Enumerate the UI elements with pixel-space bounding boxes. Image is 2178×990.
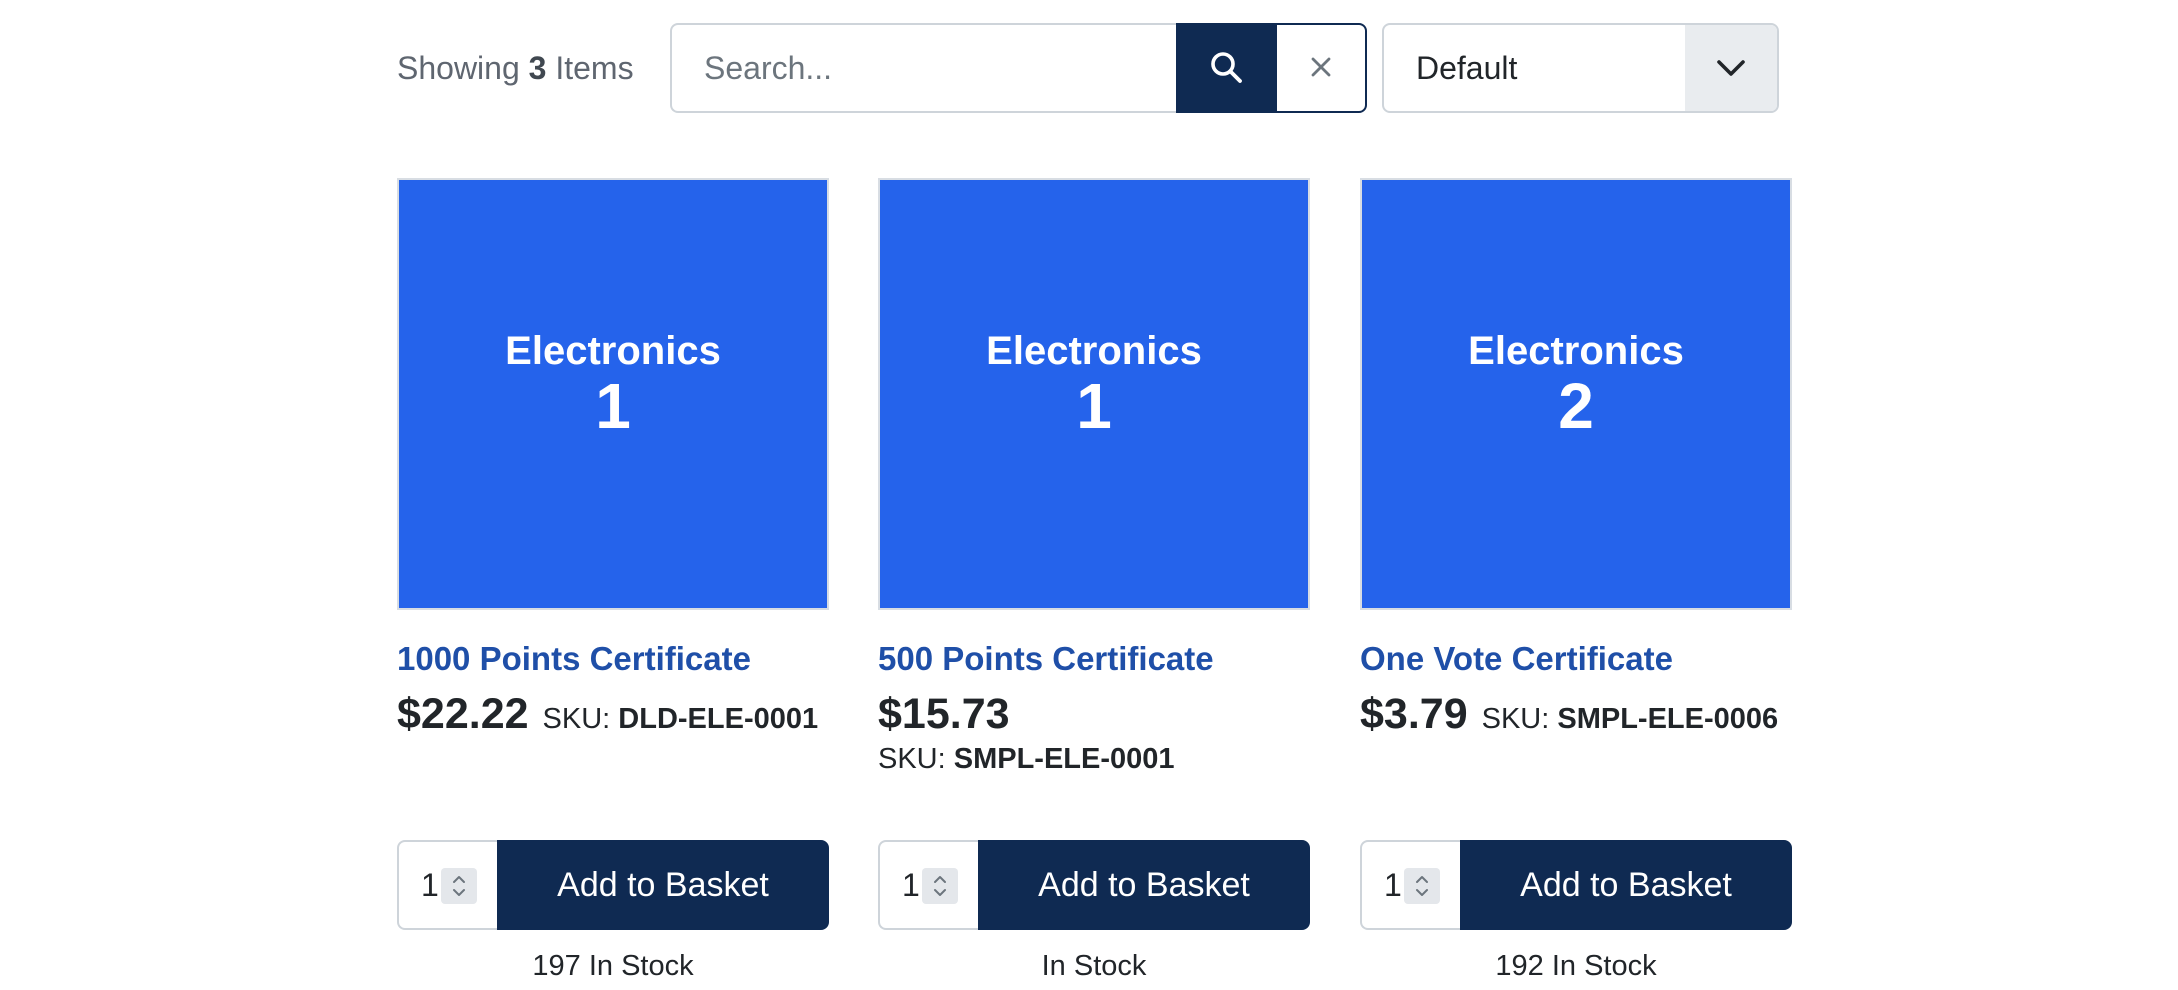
product-card: Electronics 1 1000 Points Certificate $2… (397, 178, 829, 982)
close-icon (1309, 55, 1333, 82)
product-image-category: Electronics (1468, 329, 1684, 373)
product-sku: SKU: SMPL-ELE-0006 (1482, 703, 1779, 735)
sku-value: DLD-ELE-0001 (618, 703, 819, 735)
add-to-basket-group: 1 Add to Basket (1360, 840, 1792, 930)
stock-status: In Stock (1041, 950, 1147, 982)
product-title-link[interactable]: One Vote Certificate (1360, 640, 1673, 678)
chevron-down-icon (1685, 25, 1777, 111)
product-image[interactable]: Electronics 1 (878, 178, 1310, 610)
spinner-arrows-icon[interactable] (1404, 868, 1440, 904)
sku-label: SKU: (542, 703, 619, 735)
product-card: Electronics 2 One Vote Certificate $3.79… (1360, 178, 1792, 982)
product-image[interactable]: Electronics 2 (1360, 178, 1792, 610)
quantity-stepper[interactable]: 1 (397, 840, 497, 930)
search-input[interactable] (670, 23, 1176, 113)
product-image-number: 2 (1558, 370, 1594, 442)
sku-label: SKU: (1481, 703, 1558, 735)
product-image[interactable]: Electronics 1 (397, 178, 829, 610)
price-line: $15.73 SKU: SMPL-ELE-0001 (878, 690, 1310, 776)
quantity-value: 1 (1384, 867, 1402, 903)
results-count: Showing 3 Items (397, 23, 634, 113)
add-to-basket-button[interactable]: Add to Basket (978, 840, 1310, 930)
quantity-value: 1 (421, 867, 439, 903)
product-price: $22.22 (397, 690, 529, 738)
product-toolbar: Showing 3 Items Default (397, 23, 1779, 113)
spinner-arrows-icon[interactable] (922, 868, 958, 904)
stock-status: 197 In Stock (532, 950, 694, 982)
add-to-basket-group: 1 Add to Basket (878, 840, 1310, 930)
product-title-link[interactable]: 500 Points Certificate (878, 640, 1214, 678)
results-count-prefix: Showing (397, 50, 529, 86)
spinner-arrows-icon[interactable] (441, 868, 477, 904)
product-sku: SKU: DLD-ELE-0001 (543, 703, 819, 735)
add-to-basket-button[interactable]: Add to Basket (1460, 840, 1792, 930)
sort-select-value: Default (1416, 50, 1518, 86)
price-line: $3.79 SKU: SMPL-ELE-0006 (1360, 690, 1792, 739)
product-price: $15.73 (878, 690, 1010, 738)
sku-value: SMPL-ELE-0006 (1557, 703, 1779, 735)
product-price: $3.79 (1360, 690, 1468, 738)
product-card: Electronics 1 500 Points Certificate $15… (878, 178, 1310, 982)
product-image-number: 1 (595, 370, 631, 442)
clear-search-button[interactable] (1275, 23, 1367, 113)
add-to-basket-button[interactable]: Add to Basket (497, 840, 829, 930)
quantity-stepper[interactable]: 1 (1360, 840, 1460, 930)
sort-select[interactable]: Default (1382, 23, 1779, 113)
quantity-value: 1 (902, 867, 920, 903)
price-line: $22.22 SKU: DLD-ELE-0001 (397, 690, 829, 739)
search-button[interactable] (1176, 23, 1275, 113)
product-image-category: Electronics (986, 329, 1202, 373)
search-group (670, 23, 1367, 113)
sku-label: SKU: (878, 743, 954, 775)
add-to-basket-group: 1 Add to Basket (397, 840, 829, 930)
stock-status: 192 In Stock (1495, 950, 1657, 982)
product-sku: SKU: SMPL-ELE-0001 (878, 743, 1310, 776)
results-count-number: 3 (528, 50, 547, 86)
product-title-link[interactable]: 1000 Points Certificate (397, 640, 751, 678)
product-image-number: 1 (1076, 370, 1112, 442)
results-count-suffix: Items (546, 50, 634, 86)
search-icon (1209, 50, 1243, 87)
product-image-category: Electronics (505, 329, 721, 373)
quantity-stepper[interactable]: 1 (878, 840, 978, 930)
sku-value: SMPL-ELE-0001 (953, 743, 1175, 775)
